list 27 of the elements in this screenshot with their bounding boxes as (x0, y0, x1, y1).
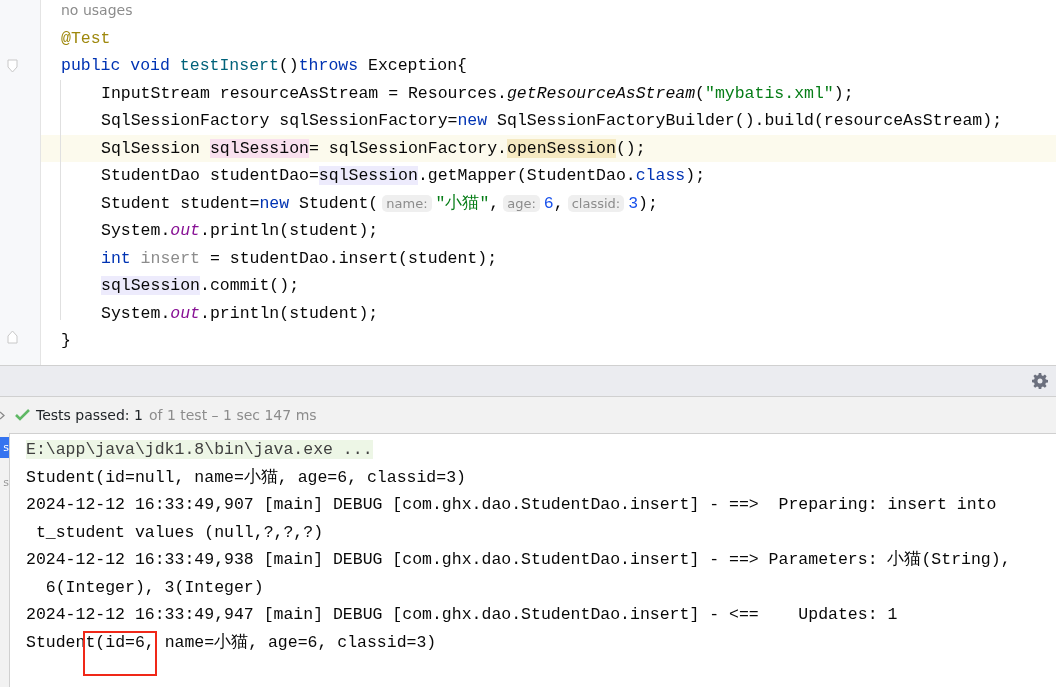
fold-icon[interactable] (7, 330, 18, 344)
code-line: System.out.println(student); (100, 302, 380, 325)
code-line: @Test (60, 27, 112, 50)
code-line: int insert = studentDao.insert(student); (100, 247, 499, 270)
console-line: 2024-12-12 16:33:49,947 [main] DEBUG [com.ghx.dao.StudentDao.insert] - <== Updates: 1 (26, 604, 899, 626)
settings-icon[interactable] (1032, 373, 1048, 389)
code-line: sqlSession.commit(); (100, 275, 301, 297)
code-line: InputStream resourceAsStream = Resources.getResourceAsStream("mybatis.xml"); (100, 82, 855, 105)
code-line: } (60, 330, 72, 352)
code-line: StudentDao studentDao=sqlSession.getMapper(StudentDao.class); (100, 165, 707, 187)
console-line: 2024-12-12 16:33:49,938 [main] DEBUG [com.ghx.dao.StudentDao.insert] - ==> Parameters: 小猫(String), (26, 549, 1012, 571)
fold-icon[interactable] (7, 59, 18, 73)
console-line: 6(Integer), 3(Integer) (44, 576, 265, 599)
console-line: Studen t(id=6, name=小猫, age=6, classid=3) (26, 628, 1056, 656)
test-status-detail: of 1 test – 1 sec 147 ms (148, 405, 317, 425)
console-line: 2024-12-12 16:33:49,907 [main] DEBUG [com.ghx.dao.StudentDao.insert] - ==> Preparing: insert into (26, 494, 998, 516)
code-line: SqlSessionFactory sqlSessionFactory=new SqlSessionFactoryBuilder().build(resourceAsStream); (100, 110, 1004, 132)
usage-hint: no usages (60, 1, 134, 20)
side-tab[interactable]: s (0, 437, 9, 458)
code-line: public void testInsert()throws Exception{ (60, 55, 468, 77)
expand-icon[interactable] (0, 410, 5, 420)
console-line: t_student values (null,?,?,?) (34, 521, 325, 544)
code-line: Student student=new Student( name: "小猫", age: 6, classid: 3); (100, 192, 659, 215)
side-tab[interactable]: s (0, 472, 9, 493)
code-line: System.out.println(student); (100, 220, 380, 242)
test-status-label: Tests passed: 1 (36, 405, 143, 425)
console-line: Student(id=null, name=小猫, age=6, classid=3) (26, 466, 467, 489)
